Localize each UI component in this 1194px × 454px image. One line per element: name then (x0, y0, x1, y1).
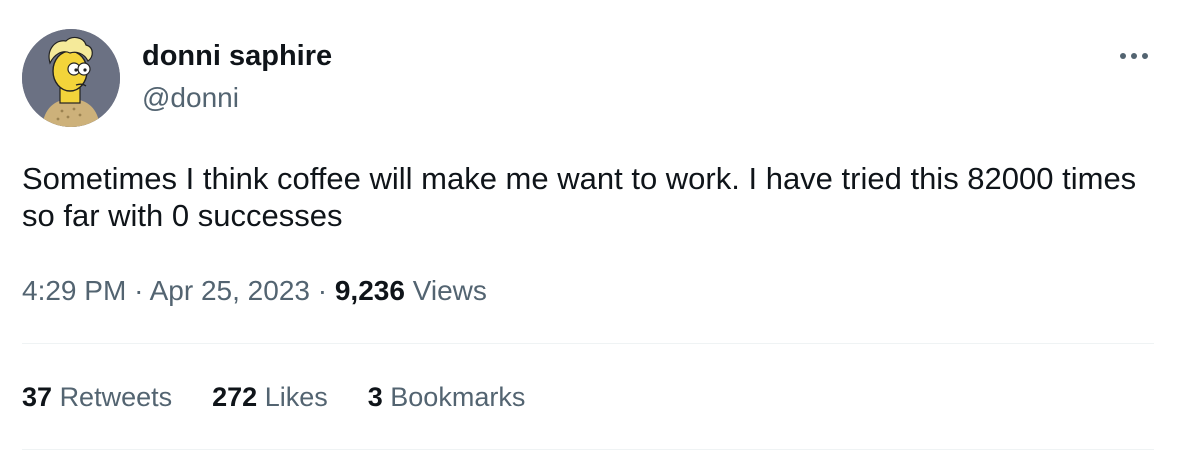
likes-label: Likes (264, 382, 328, 412)
more-icon (1120, 53, 1148, 59)
cartoon-avatar-icon (22, 29, 120, 127)
retweets-label: Retweets (59, 382, 173, 412)
tweet-meta: 4:29 PM · Apr 25, 2023 · 9,236 Views (22, 273, 487, 309)
avatar[interactable] (22, 29, 120, 127)
tweet-card: donni saphire @donni Sometimes I think c… (0, 0, 1194, 454)
views-label: Views (412, 275, 487, 306)
views-count: 9,236 (334, 275, 405, 306)
bookmarks-count: 3 (367, 382, 383, 412)
more-button[interactable] (1112, 40, 1156, 72)
tweet-date[interactable]: Apr 25, 2023 (150, 275, 310, 306)
tweet-time[interactable]: 4:29 PM (22, 275, 126, 306)
divider (22, 449, 1154, 450)
retweets-count: 37 (22, 382, 53, 412)
tweet-text: Sometimes I think coffee will make me wa… (22, 161, 1137, 233)
bookmarks-label: Bookmarks (390, 382, 526, 412)
likes-count: 272 (212, 382, 258, 412)
likes-stat[interactable]: 272 Likes (212, 379, 328, 415)
bookmarks-stat[interactable]: 3 Bookmarks (368, 379, 526, 415)
meta-separator: · (317, 275, 328, 306)
meta-separator: · (134, 275, 144, 306)
tweet-stats: 37 Retweets 272 Likes 3 Bookmarks (22, 379, 525, 415)
user-handle[interactable]: @donni (142, 80, 239, 116)
display-name[interactable]: donni saphire (142, 38, 332, 74)
divider (22, 343, 1154, 344)
retweets-stat[interactable]: 37 Retweets (22, 379, 172, 415)
